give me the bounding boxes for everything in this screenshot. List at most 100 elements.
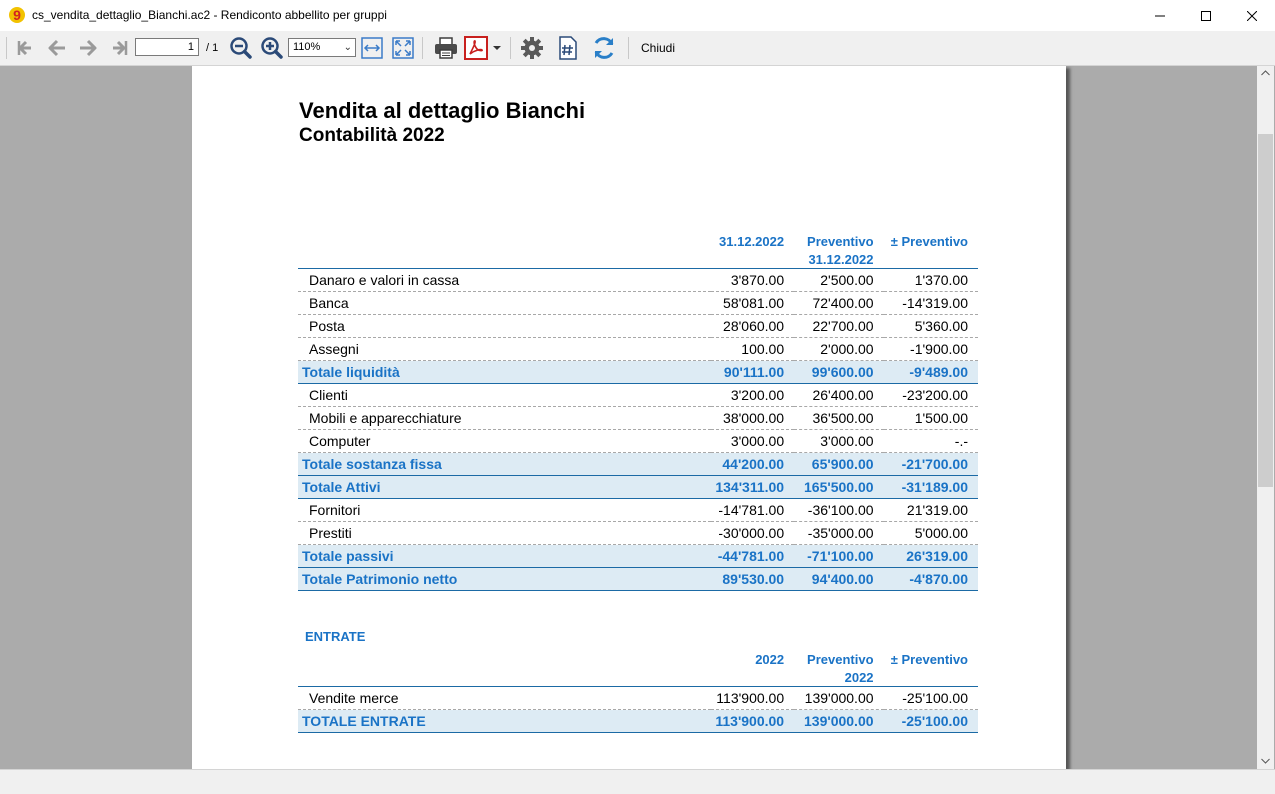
total-row: Totale Attivi 134'311.00 165'500.00 -31'189… — [298, 475, 978, 499]
fit-width-icon — [361, 37, 383, 59]
column-header — [298, 251, 711, 269]
row-value: -14'781.00 — [710, 498, 795, 522]
zoom-in-button[interactable] — [259, 35, 285, 61]
arrow-left-icon — [48, 39, 65, 57]
row-label: Danaro e valori in cassa — [298, 268, 711, 292]
row-value: 113'900.00 — [710, 709, 795, 733]
row-value: 26'319.00 — [883, 544, 978, 568]
zoom-value: 110% — [293, 41, 321, 53]
table-row: Fornitori -14'781.00 -36'100.00 21'319.00 — [298, 498, 978, 522]
refresh-icon — [594, 37, 614, 59]
report-subtitle: Contabilità 2022 — [299, 125, 445, 146]
report-title: Vendita al dettaglio Bianchi — [299, 98, 586, 123]
scrollbar-thumb[interactable] — [1258, 134, 1273, 487]
zoom-out-icon — [230, 37, 252, 59]
page-numbering-button[interactable] — [555, 35, 581, 61]
caret-down-icon — [493, 46, 501, 50]
row-label: Prestiti — [298, 521, 711, 545]
row-label: Totale liquidità — [298, 360, 711, 384]
first-page-button[interactable] — [14, 35, 38, 61]
column-header — [298, 669, 711, 687]
row-value: -23'200.00 — [883, 383, 978, 407]
column-header: 31.12.2022 — [719, 234, 785, 249]
previous-page-button[interactable] — [44, 35, 70, 61]
row-value: -31'189.00 — [883, 475, 978, 499]
table-row: Computer 3'000.00 3'000.00 -.- — [298, 429, 978, 453]
toolbar-separator — [422, 37, 423, 59]
row-value: 72'400.00 — [794, 291, 884, 315]
scroll-up-icon[interactable] — [1261, 70, 1270, 76]
column-header — [298, 652, 711, 669]
column-header — [298, 234, 711, 251]
gear-icon — [521, 37, 543, 59]
maximize-icon — [1201, 10, 1211, 21]
column-header: ± Preventivo — [890, 652, 968, 667]
column-header — [883, 251, 978, 269]
row-value: -1'900.00 — [883, 337, 978, 361]
table-row: Assegni 100.00 2'000.00 -1'900.00 — [298, 337, 978, 361]
table-row: Mobili e apparecchiature 38'000.00 36'500.… — [298, 406, 978, 430]
zoom-select[interactable]: 110% ⌄ — [288, 38, 356, 57]
last-page-button[interactable] — [105, 35, 131, 61]
first-page-icon — [17, 40, 31, 56]
toolbar: 1 / 1 110% ⌄ Chiudi — [0, 31, 1275, 66]
row-value: 21'319.00 — [883, 498, 978, 522]
row-value: -.- — [883, 429, 978, 453]
pdf-icon — [464, 36, 488, 60]
svg-text:9: 9 — [13, 7, 21, 23]
table-header-row: 2022 Preventivo ± Preventivo — [298, 652, 978, 669]
report-viewport[interactable]: Vendita al dettaglio Bianchi Contabilità… — [1, 66, 1257, 769]
print-button[interactable] — [431, 35, 461, 61]
row-value: 134'311.00 — [710, 475, 795, 499]
vertical-scrollbar[interactable] — [1257, 66, 1274, 769]
row-value: 90'111.00 — [710, 360, 795, 384]
page-number-input[interactable]: 1 — [135, 38, 199, 56]
minimize-button[interactable] — [1137, 0, 1183, 31]
table-header-row: 31.12.2022 Preventivo ± Preventivo — [298, 234, 978, 251]
fit-width-button[interactable] — [360, 35, 384, 61]
close-window-button[interactable] — [1229, 0, 1275, 31]
row-label: Vendite merce — [298, 686, 711, 710]
printer-icon — [435, 37, 457, 59]
row-label: Clienti — [298, 383, 711, 407]
row-value: 94'400.00 — [794, 567, 884, 591]
column-header — [710, 251, 795, 269]
maximize-button[interactable] — [1183, 0, 1229, 31]
zoom-out-button[interactable] — [228, 35, 254, 61]
scroll-down-icon[interactable] — [1261, 758, 1270, 764]
row-label: Totale sostanza fissa — [298, 452, 711, 476]
minimize-icon — [1155, 15, 1165, 16]
next-page-button[interactable] — [75, 35, 101, 61]
row-label: Fornitori — [298, 498, 711, 522]
column-header — [883, 669, 978, 687]
row-value: 1'500.00 — [883, 406, 978, 430]
table-row: Posta 28'060.00 22'700.00 5'360.00 — [298, 314, 978, 338]
total-row: Totale passivi -44'781.00 -71'100.00 26'319… — [298, 544, 978, 568]
export-pdf-button[interactable] — [463, 35, 489, 61]
toolbar-separator — [628, 37, 629, 59]
row-value: -44'781.00 — [710, 544, 795, 568]
export-menu-dropdown[interactable] — [491, 35, 503, 61]
total-row: Totale liquidità 90'111.00 99'600.00 -9'489… — [298, 360, 978, 384]
fit-page-button[interactable] — [391, 35, 415, 61]
refresh-button[interactable] — [589, 35, 619, 61]
table-row: Vendite merce 113'900.00 139'000.00 -25'100… — [298, 686, 978, 710]
table-row: Prestiti -30'000.00 -35'000.00 5'000.00 — [298, 521, 978, 545]
row-value: 36'500.00 — [794, 406, 884, 430]
close-report-button[interactable]: Chiudi — [641, 41, 675, 55]
table-row: Danaro e valori in cassa 3'870.00 2'500.00… — [298, 268, 978, 292]
row-value: -9'489.00 — [883, 360, 978, 384]
column-header: Preventivo — [807, 652, 874, 667]
row-value: 65'900.00 — [794, 452, 884, 476]
row-value: -35'000.00 — [794, 521, 884, 545]
row-value: 26'400.00 — [794, 383, 884, 407]
balance-table: 31.12.2022 Preventivo ± Preventivo 31.12.20… — [298, 234, 978, 591]
row-value: 3'870.00 — [710, 268, 795, 292]
row-value: 139'000.00 — [794, 709, 884, 733]
settings-button[interactable] — [518, 35, 546, 61]
row-value: 28'060.00 — [710, 314, 795, 338]
row-label: Posta — [298, 314, 711, 338]
last-page-icon — [113, 40, 128, 56]
arrow-right-icon — [80, 39, 97, 57]
row-value: -36'100.00 — [794, 498, 884, 522]
